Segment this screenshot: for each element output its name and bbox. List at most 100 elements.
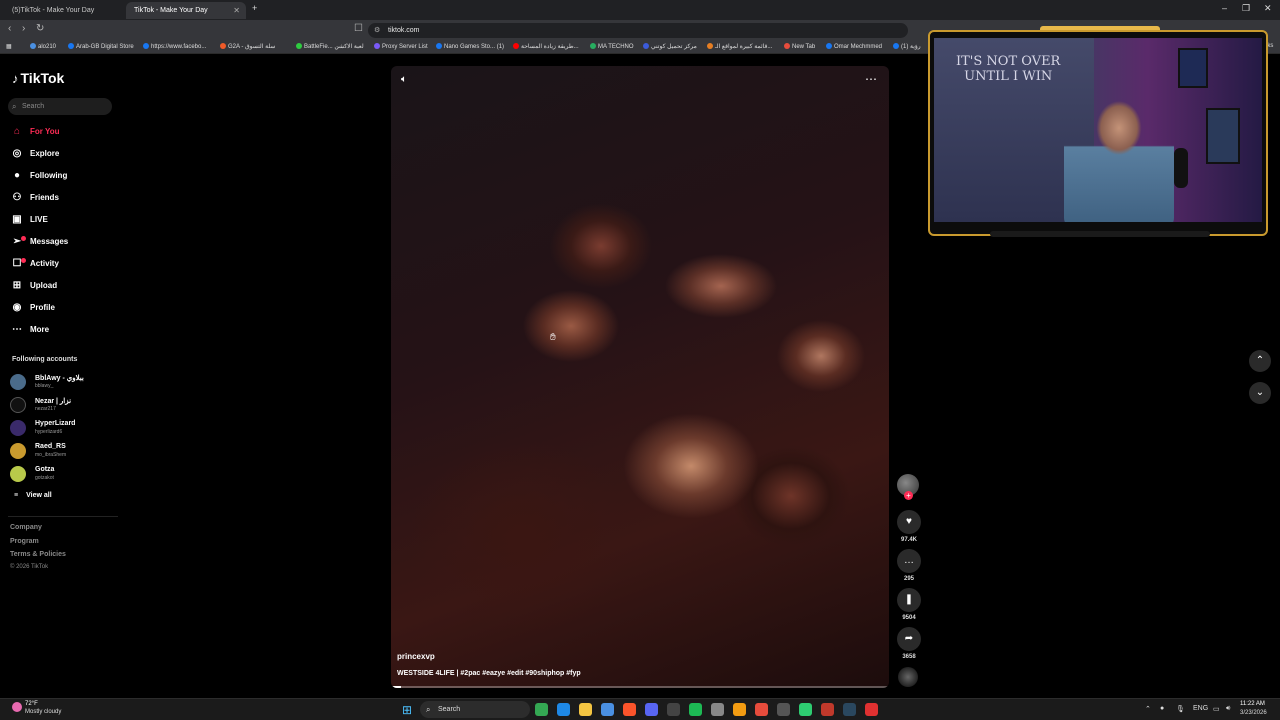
tray-mic-icon[interactable]: 🎙︎	[1176, 705, 1185, 713]
nav-for-you[interactable]: ⌂ For You	[10, 124, 60, 140]
app-red-icon[interactable]	[821, 703, 834, 716]
clock-date[interactable]: 3/23/2026	[1240, 710, 1267, 716]
share-button[interactable]: ➦	[897, 627, 921, 651]
obs-icon[interactable]	[667, 703, 680, 716]
bookmark-item[interactable]: (1) رؤية	[893, 43, 921, 50]
bookmark-item[interactable]: Nano Games Sto... (1)	[436, 43, 504, 50]
tray-app-icon[interactable]: ●	[1160, 705, 1164, 712]
tray-overflow-icon[interactable]: ⌃	[1145, 705, 1151, 713]
forward-icon[interactable]: ›	[22, 23, 25, 34]
apps-grid-icon[interactable]: ▦	[6, 43, 12, 50]
browser-tab[interactable]: (5)TikTok - Make Your Day	[4, 2, 122, 19]
bookmark-item[interactable]: قائمة كبيرة لمواقع الـ...	[707, 43, 772, 50]
bookmark-item[interactable]: طريقة زيادة المساحة...	[513, 43, 579, 50]
video-author[interactable]: princexvp	[397, 652, 435, 661]
follow-plus-icon[interactable]: +	[904, 491, 913, 500]
nav-label: More	[30, 325, 50, 334]
heart-icon: ♥	[906, 516, 912, 527]
search-icon: ⌕	[426, 705, 431, 714]
tiktok-logo[interactable]: ♪ TikTok	[12, 70, 64, 86]
bookmark-item[interactable]: alo210	[30, 43, 56, 50]
bookmark-item[interactable]: Proxy Server List	[374, 43, 428, 50]
bookmark-favicon	[374, 43, 380, 49]
taskbar-search[interactable]: ⌕ Search	[420, 701, 530, 718]
bookmark-item[interactable]: G2A - سلة التسوق	[220, 43, 275, 50]
weather-description[interactable]: Mostly cloudy	[25, 709, 61, 715]
footer-terms-link[interactable]: Terms & Policies	[10, 551, 66, 558]
bookmark-item[interactable]: New Tab	[784, 43, 815, 50]
cloud-icon[interactable]	[733, 703, 746, 716]
settings-icon[interactable]	[711, 703, 724, 716]
windows-start-icon[interactable]: ⊞	[402, 703, 412, 717]
bookmark-star-icon[interactable]: ☐	[354, 23, 363, 34]
recorder-icon[interactable]	[755, 703, 768, 716]
music-disc-icon[interactable]	[898, 667, 918, 687]
close-tab-icon[interactable]: ✕	[233, 2, 240, 19]
search-placeholder: Search	[22, 103, 45, 110]
network-icon[interactable]: ▭	[1213, 705, 1220, 713]
folder-icon[interactable]	[579, 703, 592, 716]
bookmark-item[interactable]: Omar Mechmmed	[826, 43, 882, 50]
nav-profile[interactable]: ◉ Profile	[10, 300, 55, 316]
footer-program-link[interactable]: Program	[10, 538, 39, 545]
view-all-button[interactable]: ≡ View all	[14, 492, 52, 499]
weather-icon[interactable]	[12, 702, 22, 712]
browser-tab-active[interactable]: TikTok - Make Your Day ✕	[126, 2, 246, 19]
bookmark-label: alo210	[38, 44, 57, 50]
volume-tray-icon[interactable]: 🔊︎	[1226, 705, 1230, 713]
clock-time[interactable]: 11:22 AM	[1240, 701, 1265, 707]
chevron-up-icon: ⌃	[1255, 355, 1265, 366]
media-icon[interactable]	[777, 703, 790, 716]
chrome-icon[interactable]	[535, 703, 548, 716]
edge-icon[interactable]	[557, 703, 570, 716]
account-name: Nezar | نزار	[35, 398, 72, 405]
weather-temperature[interactable]: 72°F	[25, 701, 38, 707]
view-all-label: View all	[26, 492, 52, 499]
footer-company-link[interactable]: Company	[10, 524, 42, 531]
nav-explore[interactable]: ◎ Explore	[10, 146, 60, 162]
xbox-icon[interactable]	[799, 703, 812, 716]
next-video-button[interactable]: ⌄	[1249, 382, 1271, 404]
store-icon[interactable]	[601, 703, 614, 716]
nav-activity[interactable]: ☐ Activity	[10, 256, 59, 272]
maximize-icon[interactable]: ❐	[1242, 3, 1250, 14]
nav-more[interactable]: ⋯ More	[10, 322, 49, 338]
bookmark-item[interactable]: مركز تحميل كوتني	[643, 43, 697, 50]
new-tab-button[interactable]: +	[252, 3, 257, 13]
search-input[interactable]: ⌕ Search	[8, 98, 112, 115]
bookmark-item[interactable]: MA TECHNO	[590, 43, 634, 50]
comment-button[interactable]: …	[897, 549, 921, 573]
nav-messages[interactable]: ➢ Messages	[10, 234, 68, 250]
close-window-icon[interactable]: ✕	[1264, 3, 1272, 14]
bookmark-favicon	[643, 43, 649, 49]
bookmark-item[interactable]: BattleFie... لعبة الاكشن	[296, 43, 364, 50]
save-button[interactable]: ❚	[897, 588, 921, 612]
steam-icon[interactable]	[843, 703, 856, 716]
spotify-icon[interactable]	[689, 703, 702, 716]
bookmark-item[interactable]: https://www.facebo...	[143, 43, 206, 50]
bookmark-item[interactable]: Arab-GB Digital Store	[68, 43, 134, 50]
discord-icon[interactable]	[645, 703, 658, 716]
video-player[interactable]: 🔈︎ ⋯ ✋︎ princexvp WESTSIDE 4LIFE | #2pac…	[391, 66, 889, 688]
nav-upload[interactable]: ⊞ Upload	[10, 278, 57, 294]
video-progress-bar[interactable]	[391, 686, 889, 688]
volume-icon[interactable]: 🔈︎	[401, 74, 407, 85]
adobe-icon[interactable]	[865, 703, 878, 716]
nav-friends[interactable]: ⚇ Friends	[10, 190, 59, 206]
language-indicator[interactable]: ENG	[1193, 705, 1208, 712]
video-caption: WESTSIDE 4LIFE | #2pac #eazye #edit #90s…	[397, 670, 581, 677]
address-bar[interactable]: ⚙ tiktok.com	[368, 23, 908, 38]
more-options-icon[interactable]: ⋯	[865, 72, 877, 86]
previous-video-button[interactable]: ⌃	[1249, 350, 1271, 372]
brave-icon[interactable]	[623, 703, 636, 716]
reload-icon[interactable]: ↻	[36, 23, 44, 34]
minimize-icon[interactable]: –	[1222, 3, 1227, 13]
site-info-icon[interactable]: ⚙	[374, 23, 380, 38]
back-icon[interactable]: ‹	[8, 23, 11, 34]
tab-title: (5)TikTok - Make Your Day	[12, 7, 95, 14]
nav-live[interactable]: ▣ LIVE	[10, 212, 48, 228]
webcam-frame-base	[990, 231, 1210, 237]
like-button[interactable]: ♥	[897, 510, 921, 534]
nav-following[interactable]: ● Following	[10, 168, 67, 184]
nav-label: Messages	[30, 237, 69, 246]
